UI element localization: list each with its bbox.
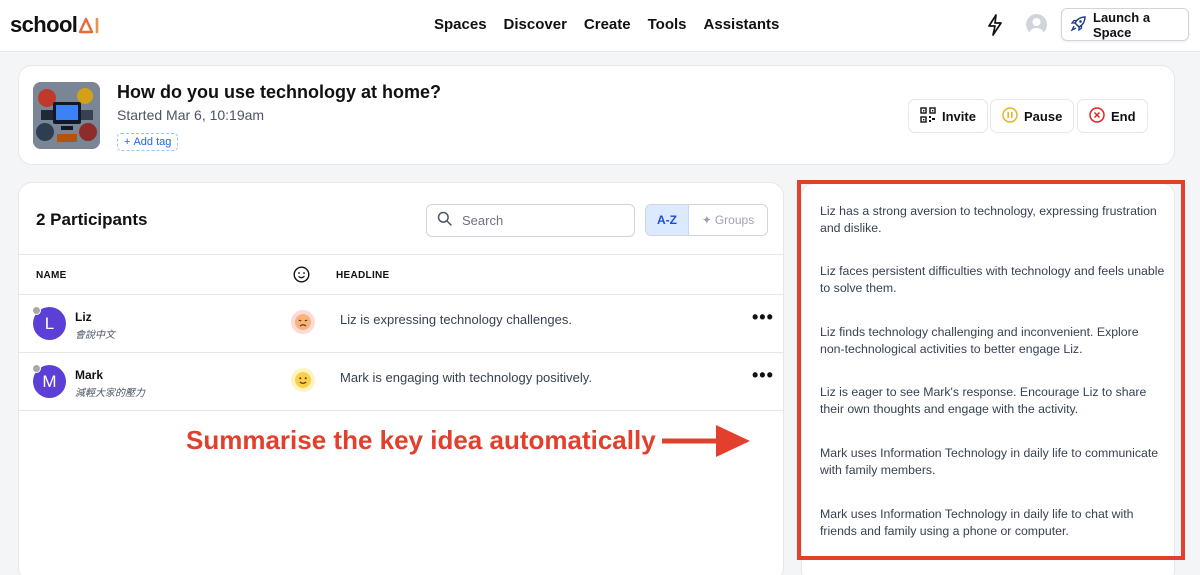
space-start-time: Started Mar 6, 10:19am bbox=[117, 107, 265, 123]
top-navbar: school Spaces Discover Create Tools Assi… bbox=[0, 0, 1200, 52]
table-row[interactable]: L Liz 會說中文 Liz is expressing technology … bbox=[19, 295, 783, 353]
space-title: How do you use technology at home? bbox=[117, 82, 442, 102]
status-dot bbox=[32, 306, 41, 315]
add-tag-label: Add tag bbox=[133, 136, 172, 148]
participants-title: 2 Participants bbox=[36, 210, 148, 229]
participant-avatar: M bbox=[32, 364, 66, 398]
participant-avatar: L bbox=[32, 306, 66, 340]
summary-item: Liz is eager to see Mark's response. Enc… bbox=[820, 385, 1147, 416]
add-tag-button[interactable]: + Add tag bbox=[117, 133, 179, 151]
status-dot bbox=[32, 364, 41, 373]
space-thumbnail bbox=[33, 82, 100, 149]
nav-spaces[interactable]: Spaces bbox=[434, 16, 487, 33]
participant-headline: Mark is engaging with technology positiv… bbox=[340, 370, 592, 385]
launch-label: Launch a Space bbox=[1093, 9, 1151, 40]
space-header-card: How do you use technology at home? Start… bbox=[18, 65, 1175, 165]
smiley-face-icon bbox=[291, 368, 315, 392]
logo-ai-mark bbox=[78, 16, 102, 34]
table-row[interactable]: M Mark 減輕大家的壓力 Mark is engaging with tec… bbox=[19, 353, 783, 411]
arrow-right-icon bbox=[660, 421, 752, 461]
launch-space-button[interactable]: Launch a Space bbox=[1061, 8, 1189, 41]
search-input[interactable] bbox=[462, 213, 612, 228]
sort-az-button[interactable]: A-Z bbox=[646, 205, 689, 235]
pause-icon bbox=[1002, 106, 1018, 126]
avatar-initial: L bbox=[44, 313, 55, 333]
end-button[interactable]: End bbox=[1077, 99, 1148, 133]
participant-name: Liz bbox=[75, 310, 92, 324]
plus-icon: + bbox=[124, 136, 131, 148]
invite-label: Invite bbox=[942, 108, 976, 124]
nav-assistants[interactable]: Assistants bbox=[704, 16, 780, 33]
summary-highlight-box bbox=[797, 180, 1185, 560]
logo-text: school bbox=[10, 12, 78, 37]
close-circle-icon bbox=[1089, 106, 1105, 126]
participant-subtitle: 減輕大家的壓力 bbox=[75, 388, 145, 399]
end-label: End bbox=[1111, 108, 1136, 124]
sort-toggle: A-Z ✦ Groups bbox=[645, 204, 768, 236]
more-options-icon[interactable]: ••• bbox=[752, 307, 774, 328]
avatar-initial: M bbox=[42, 371, 57, 391]
participant-headline: Liz is expressing technology challenges. bbox=[340, 312, 572, 327]
nav-create[interactable]: Create bbox=[584, 16, 631, 33]
rocket-icon bbox=[1070, 15, 1087, 35]
user-avatar[interactable] bbox=[1026, 14, 1047, 35]
participant-name: Mark bbox=[75, 368, 104, 382]
nav-tools[interactable]: Tools bbox=[648, 16, 687, 33]
school-ai-logo[interactable]: school bbox=[10, 12, 102, 38]
sad-face-icon bbox=[291, 310, 315, 334]
column-headline: HEADLINE bbox=[336, 270, 390, 281]
participants-card: 2 Participants A-Z ✦ Groups NAME HEADLIN… bbox=[18, 182, 784, 575]
groups-button[interactable]: ✦ Groups bbox=[689, 205, 767, 235]
main-nav: Spaces Discover Create Tools Assistants bbox=[434, 16, 779, 33]
table-header: NAME HEADLINE bbox=[19, 254, 783, 295]
sparkle-icon: ✦ bbox=[701, 213, 712, 227]
summary-item: Liz finds technology challenging and inc… bbox=[820, 325, 1139, 356]
search-icon bbox=[437, 211, 452, 231]
participant-subtitle: 會說中文 bbox=[75, 330, 115, 341]
pause-button[interactable]: Pause bbox=[990, 99, 1075, 133]
summary-item: Mark uses Information Technology in dail… bbox=[820, 507, 1134, 538]
column-name[interactable]: NAME bbox=[36, 270, 67, 281]
mood-column-icon[interactable] bbox=[293, 266, 310, 283]
nav-discover[interactable]: Discover bbox=[504, 16, 567, 33]
lightning-icon[interactable] bbox=[985, 14, 1005, 36]
qr-code-icon bbox=[920, 106, 936, 126]
invite-button[interactable]: Invite bbox=[908, 99, 988, 133]
annotation-text: Summarise the key idea automatically bbox=[186, 425, 656, 455]
groups-label: Groups bbox=[714, 213, 755, 227]
summary-item: Liz faces persistent difficulties with t… bbox=[820, 264, 1165, 295]
more-options-icon[interactable]: ••• bbox=[752, 365, 774, 386]
summary-item: Liz has a strong aversion to technology,… bbox=[820, 204, 1157, 235]
pause-label: Pause bbox=[1024, 108, 1063, 124]
summary-item: Mark uses Information Technology in dail… bbox=[820, 446, 1159, 477]
search-box[interactable] bbox=[426, 204, 635, 237]
